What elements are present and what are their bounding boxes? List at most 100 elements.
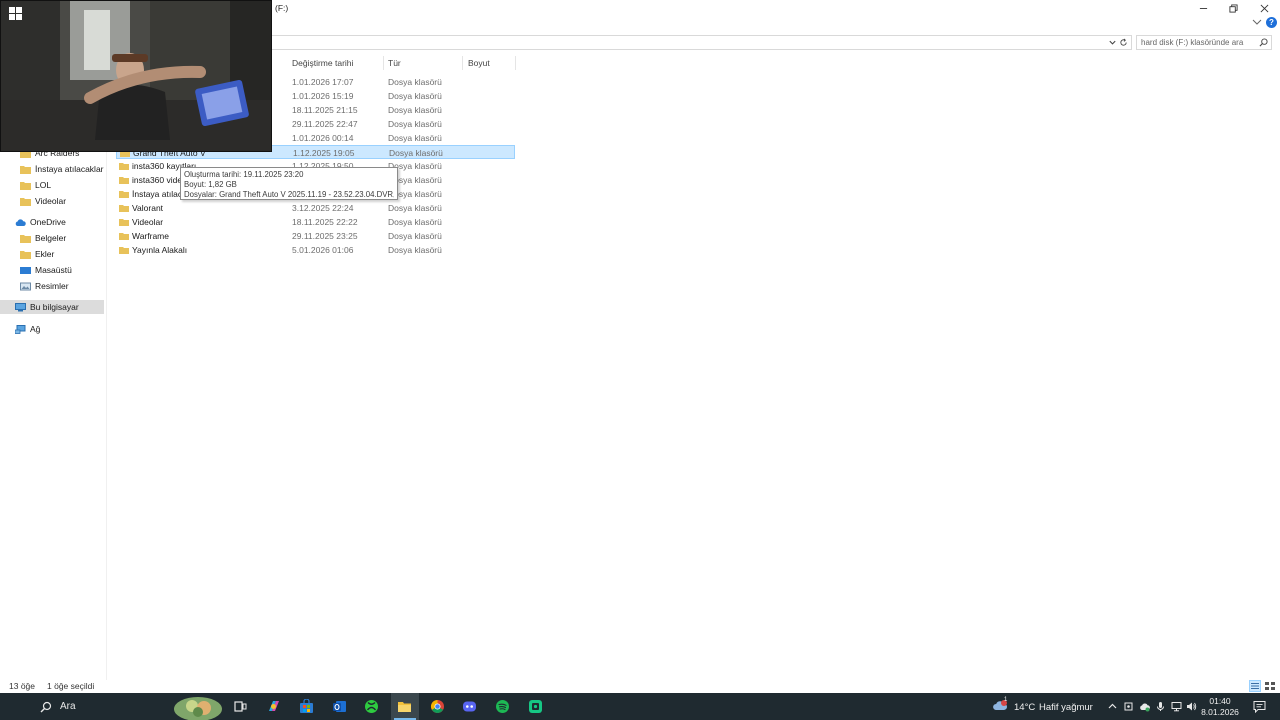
webcam-overlay [0,0,272,152]
folder-icon [119,163,129,170]
column-header-size[interactable]: Boyut [468,58,490,68]
folder-icon [119,219,129,226]
column-separator[interactable] [515,56,516,70]
nav-item-onedrive[interactable]: OneDrive [15,215,66,229]
file-date: 1.01.2026 00:14 [292,133,354,143]
nav-item-resimler[interactable]: Resimler [20,279,69,293]
tooltip-files: Dosyalar: Grand Theft Auto V 2025.11.19 … [184,190,394,199]
refresh-icon[interactable] [1119,38,1128,47]
help-icon[interactable]: ? [1266,17,1277,28]
nav-item-masaustu[interactable]: Masaüstü [20,263,72,277]
nav-item-label: Resimler [35,281,69,291]
close-button[interactable] [1249,0,1279,16]
column-header-date[interactable]: Değiştirme tarihi [292,58,353,68]
copilot-icon[interactable] [266,699,281,714]
file-type: Dosya klasörü [388,133,442,143]
nav-item-network[interactable]: Ağ [15,322,40,336]
nav-item-label: Belgeler [35,233,67,243]
nav-item-lol[interactable]: LOL [20,178,51,192]
taskbar-search-label: Ara [60,701,76,712]
window-title: (F:) [275,3,289,13]
nav-item-label: OneDrive [30,217,66,227]
nav-pane-divider[interactable] [106,150,107,680]
chrome-icon[interactable] [430,699,445,714]
folder-icon [119,233,129,240]
restore-button[interactable] [1218,0,1248,16]
search-input[interactable] [1141,37,1257,48]
weather-description[interactable]: Hafif yağmur [1039,702,1093,713]
app-launcher-icon[interactable] [528,699,543,714]
xbox-app-icon[interactable] [364,699,379,714]
file-explorer-icon[interactable] [397,699,412,714]
weather-badge: 1 [1004,697,1008,703]
search-box[interactable] [1136,35,1272,50]
nav-item-ekler[interactable]: Ekler [20,247,54,261]
folder-icon [119,205,129,212]
tooltip-created: Oluşturma tarihi: 19.11.2025 23:20 [184,170,304,179]
status-selected: 1 öğe seçildi [47,681,95,691]
search-highlight-image[interactable] [172,694,224,720]
file-type: Dosya klasörü [388,91,442,101]
folder-icon [119,177,129,184]
minimize-button[interactable] [1188,0,1218,16]
file-name: Warframe [132,231,169,241]
chevron-up-icon[interactable] [1107,701,1118,712]
file-row[interactable]: Videolar 18.11.2025 22:22 Dosya klasörü [116,215,515,229]
file-type: Dosya klasörü [388,119,442,129]
address-dropdown-icon[interactable] [1108,38,1117,47]
restore-icon [1228,3,1238,13]
nav-item-label: Ekler [35,249,55,259]
search-icon [40,701,52,712]
file-type: Dosya klasörü [388,231,442,241]
nav-item-videolar[interactable]: Videolar [20,194,66,208]
nav-item-belgeler[interactable]: Belgeler [20,231,66,245]
nav-item-label: Bu bilgisayar [30,302,79,312]
nav-item-label: LOL [35,180,52,190]
file-row[interactable]: Warframe 29.11.2025 23:25 Dosya klasörü [116,229,515,243]
clock-date: 8.01.2026 [1201,707,1239,717]
file-type: Dosya klasörü [389,148,443,158]
ribbon-chevron-icon[interactable] [1252,18,1262,26]
large-icons-view-icon[interactable] [1264,680,1276,692]
file-date: 29.11.2025 23:25 [292,231,358,241]
weather-temperature[interactable]: 14°C [1014,702,1035,713]
taskbar-clock[interactable]: 01:40 8.01.2026 [1198,696,1242,718]
volume-icon[interactable] [1186,701,1197,712]
file-date: 18.11.2025 21:15 [292,105,358,115]
nav-item-instaya[interactable]: İnstaya atılacaklar [20,162,104,176]
windows-start-icon[interactable] [9,7,22,20]
column-separator[interactable] [462,56,463,70]
minimize-icon [1199,7,1207,9]
file-type: Dosya klasörü [388,217,442,227]
file-date: 1.01.2026 17:07 [292,77,354,87]
file-type: Dosya klasörü [388,203,442,213]
column-separator[interactable] [383,56,384,70]
file-row[interactable]: Yayınla Alakalı 5.01.2026 01:06 Dosya kl… [116,243,515,257]
outlook-icon[interactable] [332,699,347,714]
nav-item-label: Videolar [35,196,67,206]
file-row[interactable]: Valorant 3.12.2025 22:24 Dosya klasörü [116,201,515,215]
column-header-type[interactable]: Tür [388,58,401,68]
folder-icon [20,165,31,174]
microphone-icon[interactable] [1155,701,1166,712]
device-tray-icon[interactable] [1123,701,1134,712]
address-bar[interactable] [272,35,1132,50]
network-wired-icon[interactable] [1171,701,1182,712]
file-name: Yayınla Alakalı [132,245,188,255]
nav-item-this-pc[interactable]: Bu bilgisayar [0,300,104,314]
taskbar-search[interactable]: Ara [34,693,170,720]
task-view-icon[interactable] [233,699,248,714]
spotify-icon[interactable] [495,699,510,714]
cloud-sync-icon[interactable] [1139,701,1150,712]
cloud-icon [15,218,26,226]
nav-item-label: İnstaya atılacaklar [35,164,104,174]
microsoft-store-icon[interactable] [299,699,314,714]
discord-icon[interactable] [462,699,477,714]
notification-center-icon[interactable] [1253,700,1266,713]
folder-info-tooltip: Oluşturma tarihi: 19.11.2025 23:20 Boyut… [180,167,398,200]
file-explorer-window: (F:) ? Değiştirme tarihi Tür Boyut 1.01.… [0,0,1280,720]
status-item-count: 13 öğe [9,681,35,691]
folder-icon [20,181,31,190]
webcam-feed-image [0,0,272,152]
details-view-icon[interactable] [1249,680,1261,692]
